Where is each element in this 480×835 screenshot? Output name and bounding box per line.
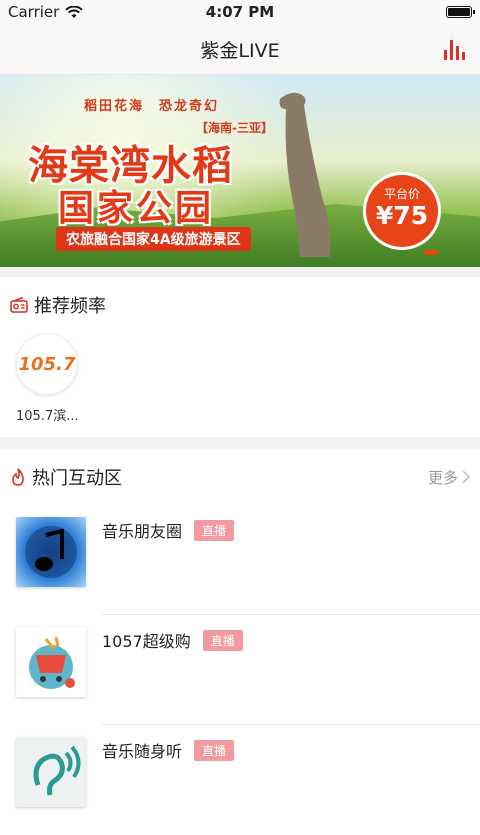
hot-title: 热门互动区: [32, 468, 122, 489]
page-title: 紫金LIVE: [200, 39, 280, 62]
banner-note: 农旅融合国家4A级旅游景区: [56, 227, 251, 251]
shopping-thumbnail: [16, 627, 86, 697]
hot-section: 热门互动区 更多 音乐朋友圈 直播 1057超级购 直播 音乐随身听 直播: [0, 449, 480, 835]
banner-headline-2: 国家公园: [58, 188, 215, 229]
audio-bars-icon[interactable]: [444, 36, 470, 60]
list-item[interactable]: 音乐朋友圈 直播: [0, 505, 480, 615]
frequency-item[interactable]: 105.7 105.7滨...: [0, 333, 480, 424]
item-title: 音乐随身听: [102, 742, 183, 761]
promo-banner[interactable]: 稻田花海 恐龙奇幻 【海南-三亚】 海棠湾水稻 国家公园 农旅融合国家4A级旅游…: [0, 75, 480, 267]
list-item[interactable]: 音乐随身听 直播: [0, 725, 480, 835]
navbar: 紫金LIVE: [0, 24, 480, 75]
list-item[interactable]: 1057超级购 直播: [0, 615, 480, 725]
recommend-title: 推荐频率: [34, 296, 106, 317]
item-title: 音乐朋友圈: [102, 522, 183, 541]
music-circle-thumbnail: [16, 517, 86, 587]
ear-icon: [33, 745, 81, 796]
dinosaur-image: [279, 92, 331, 257]
price-badge: 平台价 ¥75: [366, 175, 438, 247]
item-title: 1057超级购: [102, 632, 191, 651]
more-label: 更多: [427, 468, 458, 487]
battery-icon: [446, 6, 475, 18]
frequency-name: 105.7滨...: [16, 409, 79, 424]
frequency-logo-text: 105.7: [18, 353, 76, 375]
frequency-logo: 105.7: [16, 333, 78, 395]
flame-icon: [12, 468, 24, 486]
price-label: 平台价: [383, 187, 420, 201]
listen-thumbnail: [16, 737, 86, 807]
price-value: ¥75: [375, 201, 429, 230]
shopping-cart-icon: [29, 636, 75, 689]
chevron-right-icon: [462, 470, 470, 484]
radio-icon: [10, 297, 28, 313]
hot-header: 热门互动区 更多: [0, 449, 480, 505]
clock: 4:07 PM: [205, 3, 275, 21]
live-badge: 直播: [194, 739, 235, 761]
more-link[interactable]: 更多: [428, 467, 470, 488]
music-note-icon: [25, 526, 77, 578]
status-bar: Carrier 4:07 PM: [0, 0, 480, 24]
recommend-section: 推荐频率 105.7 105.7滨...: [0, 277, 480, 437]
live-badge: 直播: [194, 519, 235, 541]
banner-tagline: 稻田花海 恐龙奇幻: [84, 99, 220, 114]
live-badge: 直播: [202, 629, 243, 651]
carousel-indicator[interactable]: [424, 250, 438, 255]
recommend-header: 推荐频率: [0, 277, 480, 333]
